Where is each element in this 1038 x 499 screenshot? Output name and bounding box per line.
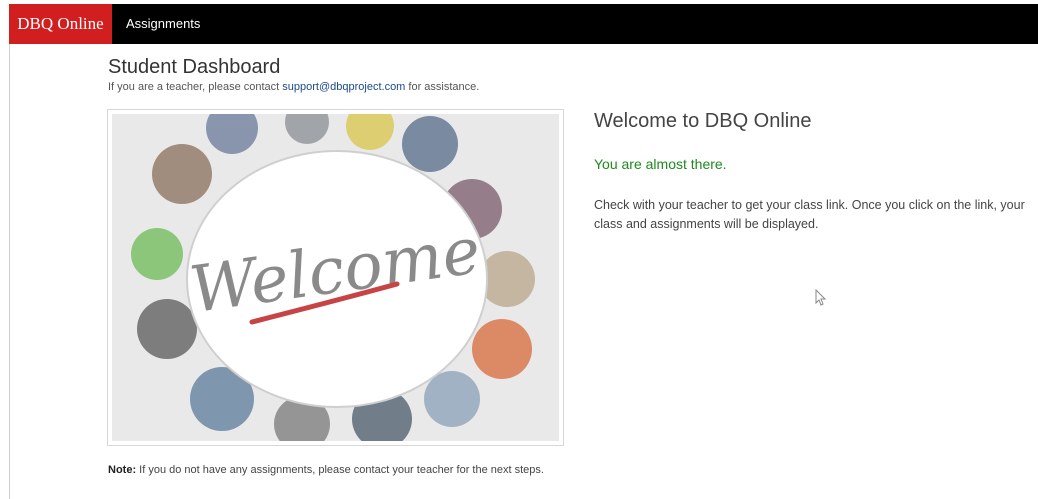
nav-link-assignments[interactable]: Assignments [126,4,200,44]
welcome-image: Welcome [112,114,559,441]
brand-logo[interactable]: DBQ Online [9,4,112,44]
instructions-text: Check with your teacher to get your clas… [594,198,1025,231]
subtitle-prefix: If you are a teacher, please contact [108,81,283,93]
note-label: Note: [108,464,137,476]
support-email-link[interactable]: support@dbqproject.com [282,81,405,93]
mouse-cursor-icon [815,289,827,306]
welcome-image-frame: Welcome [107,109,564,446]
subtitle-suffix: for assistance. [405,81,480,93]
status-message: You are almost there. [594,156,727,172]
teacher-contact-text: If you are a teacher, please contact sup… [108,81,479,93]
welcome-illustration: Welcome [112,114,559,441]
note-text: If you do not have any assignments, plea… [136,464,544,476]
page-title: Student Dashboard [108,56,281,78]
top-navbar: DBQ Online Assignments [9,4,1038,44]
welcome-heading: Welcome to DBQ Online [594,110,812,132]
footer-note: Note: If you do not have any assignments… [108,464,544,476]
